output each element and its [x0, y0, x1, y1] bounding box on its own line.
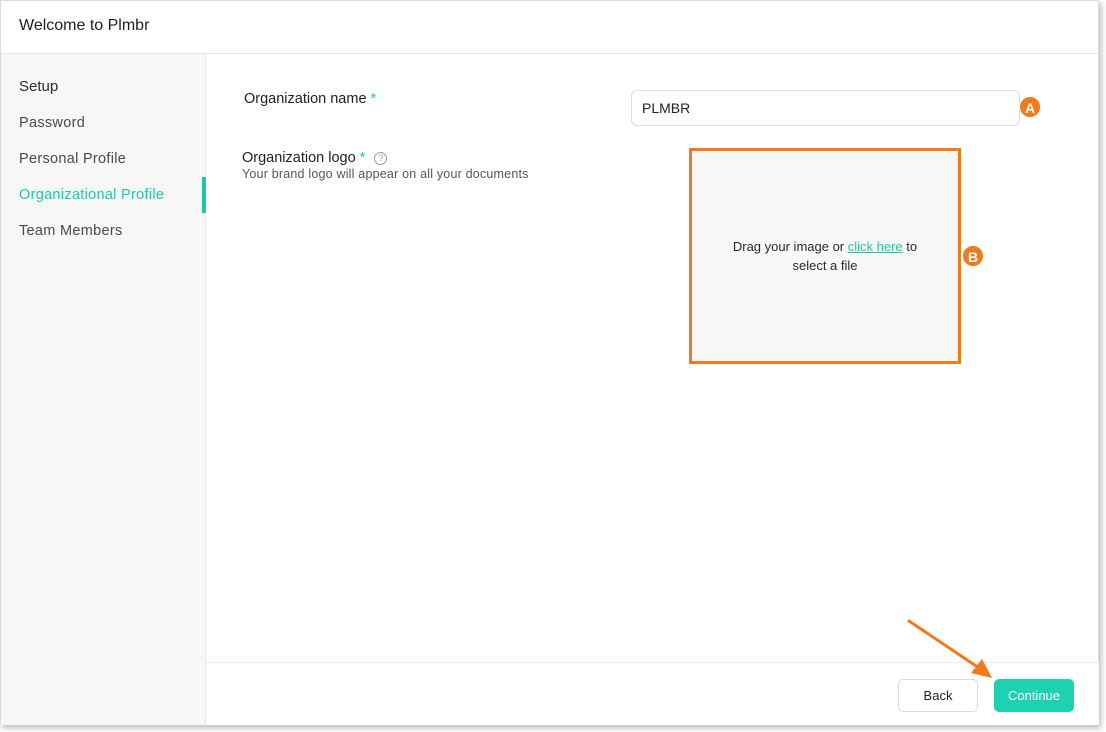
- dropzone-prefix: Drag your image or: [732, 239, 848, 254]
- annotation-arrow-icon: [907, 619, 992, 678]
- sidebar-item-label: Password: [19, 115, 86, 131]
- sidebar-item-label: Team Members: [19, 223, 123, 239]
- click-here-link[interactable]: click here: [848, 239, 903, 254]
- org-name-label-text: Organization name: [244, 91, 367, 107]
- main-content: Organization name * A Organization logo …: [206, 54, 1099, 662]
- sidebar-item-personal-profile[interactable]: Personal Profile: [1, 141, 206, 177]
- window-title: Welcome to Plmbr: [19, 17, 150, 34]
- org-logo-description: Your brand logo will appear on all your …: [242, 167, 529, 181]
- annotation-badge-a: A: [1019, 96, 1041, 118]
- org-logo-label: Organization logo * ?: [242, 150, 388, 166]
- sidebar-item-label: Organizational Profile: [19, 187, 165, 203]
- org-name-input[interactable]: [631, 90, 1020, 126]
- org-name-label: Organization name *: [244, 91, 376, 107]
- sidebar-item-password[interactable]: Password: [1, 105, 206, 141]
- sidebar: Setup Password Personal Profile Organiza…: [1, 54, 206, 725]
- logo-dropzone[interactable]: Drag your image or click here to select …: [689, 148, 961, 364]
- sidebar-item-label: Personal Profile: [19, 151, 127, 167]
- required-marker: *: [359, 150, 366, 166]
- sidebar-item-organizational-profile[interactable]: Organizational Profile: [1, 177, 206, 213]
- annotation-badge-b: B: [962, 245, 984, 267]
- required-marker: *: [370, 91, 377, 107]
- help-icon[interactable]: ?: [374, 152, 388, 165]
- sidebar-item-team-members[interactable]: Team Members: [1, 213, 206, 249]
- title-bar: Welcome to Plmbr: [1, 1, 1098, 54]
- sidebar-heading: Setup: [19, 78, 59, 95]
- dropzone-text: Drag your image or click here to select …: [715, 237, 935, 275]
- org-logo-label-text: Organization logo: [242, 150, 356, 166]
